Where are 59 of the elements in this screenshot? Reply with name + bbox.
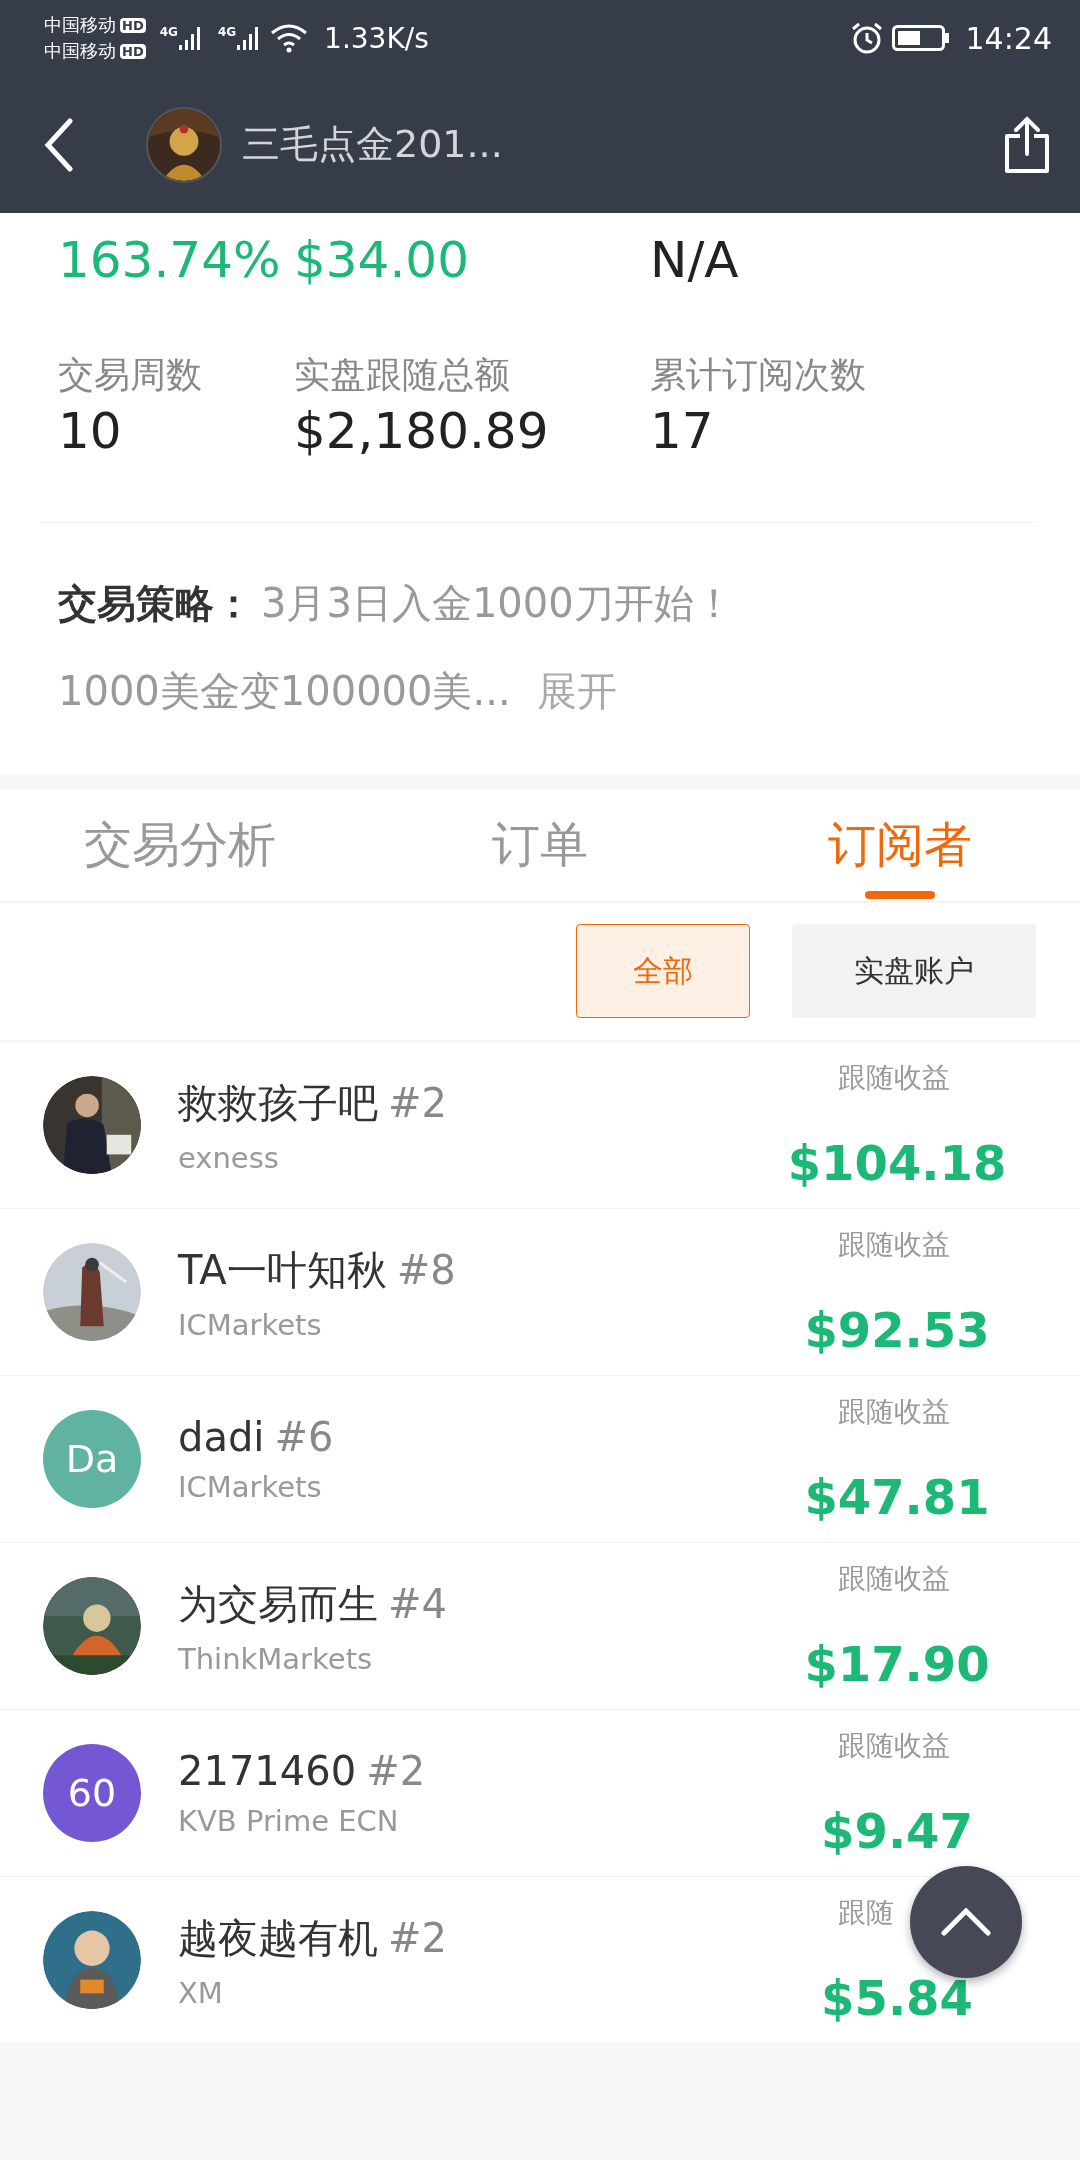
broker-name: XM: [178, 1975, 224, 2010]
stat-value: N/A: [650, 231, 740, 289]
broker-name: exness: [178, 1140, 280, 1175]
broker-name: ICMarkets: [178, 1470, 323, 1504]
subscriber-row[interactable]: TA一叶知秋 #8 ICMarkets 跟随收益 $92.53: [0, 1209, 1080, 1376]
strategy-text: 3月3日入金1000刀开始！: [261, 579, 734, 628]
stat-value: 17: [650, 402, 715, 460]
user-name: 2171460: [178, 1748, 357, 1794]
hd-badge: HD: [120, 17, 146, 33]
profit-label: 跟随: [838, 1895, 894, 1931]
avatar-initials: Da: [43, 1410, 141, 1508]
stat-label: 交易周数: [58, 353, 203, 397]
profit-label: 跟随收益: [838, 1227, 950, 1263]
carrier-name: 中国移动: [44, 39, 116, 63]
carrier-name: 中国移动: [44, 13, 116, 37]
network-label: 4G: [159, 25, 178, 39]
broker-name: ICMarkets: [178, 1307, 323, 1342]
profit-value: $17.90: [804, 1636, 990, 1692]
rank-number: #8: [396, 1246, 456, 1293]
user-name: 救救孩子吧: [178, 1078, 378, 1128]
hd-badge: HD: [120, 43, 146, 59]
network-speed: 1.33K/s: [324, 21, 429, 55]
page-title: 三毛点金201...: [242, 121, 503, 168]
user-name: dadi: [178, 1414, 265, 1460]
rank-number: #2: [388, 1914, 447, 1961]
avatar-initials: 60: [43, 1744, 141, 1842]
clock-time: 14:24: [965, 20, 1052, 56]
network-label: 4G: [217, 25, 237, 39]
subscriber-row[interactable]: Da dadi #6 ICMarkets 跟随收益 $47.81: [0, 1376, 1080, 1543]
profit-value: $47.81: [804, 1469, 990, 1525]
stat-value: $2,180.89: [294, 402, 550, 460]
stat-value: $34.00: [294, 231, 470, 289]
profit-label: 跟随收益: [838, 1060, 950, 1096]
profit-label: 跟随收益: [838, 1728, 950, 1764]
rank-number: #2: [366, 1748, 426, 1794]
user-name: TA一叶知秋: [178, 1245, 387, 1295]
stat-value: 163.74%: [58, 231, 282, 289]
filter-chip[interactable]: 实盘账户: [792, 924, 1036, 1018]
profit-label: 跟随收益: [838, 1394, 950, 1430]
broker-name: ThinkMarkets: [178, 1641, 374, 1676]
rank-number: #4: [388, 1580, 447, 1627]
profit-value: $9.47: [821, 1803, 973, 1859]
user-name: 越夜越有机: [178, 1913, 378, 1963]
profit-value: $104.18: [787, 1135, 1007, 1191]
rank-number: #6: [274, 1414, 334, 1460]
profit-value: $5.84: [821, 1970, 973, 2026]
profit-label: 跟随收益: [838, 1561, 950, 1597]
profit-value: $92.53: [804, 1302, 990, 1358]
rank-number: #2: [388, 1079, 447, 1126]
subscriber-row[interactable]: 为交易而生 #4 ThinkMarkets 跟随收益 $17.90: [0, 1543, 1080, 1710]
subscriber-row[interactable]: 60 2171460 #2 KVB Prime ECN 跟随收益 $9.47: [0, 1710, 1080, 1877]
subscriber-row[interactable]: 救救孩子吧 #2 exness 跟随收益 $104.18: [0, 1042, 1080, 1209]
strategy-label: 交易策略：: [58, 580, 253, 628]
strategy-text: 1000美金变100000美...: [58, 667, 511, 716]
stat-label: 累计订阅次数: [650, 353, 867, 397]
stat-value: 10: [58, 402, 123, 460]
stat-label: 实盘跟随总额: [294, 353, 511, 397]
user-name: 为交易而生: [178, 1579, 378, 1629]
broker-name: KVB Prime ECN: [178, 1804, 400, 1838]
